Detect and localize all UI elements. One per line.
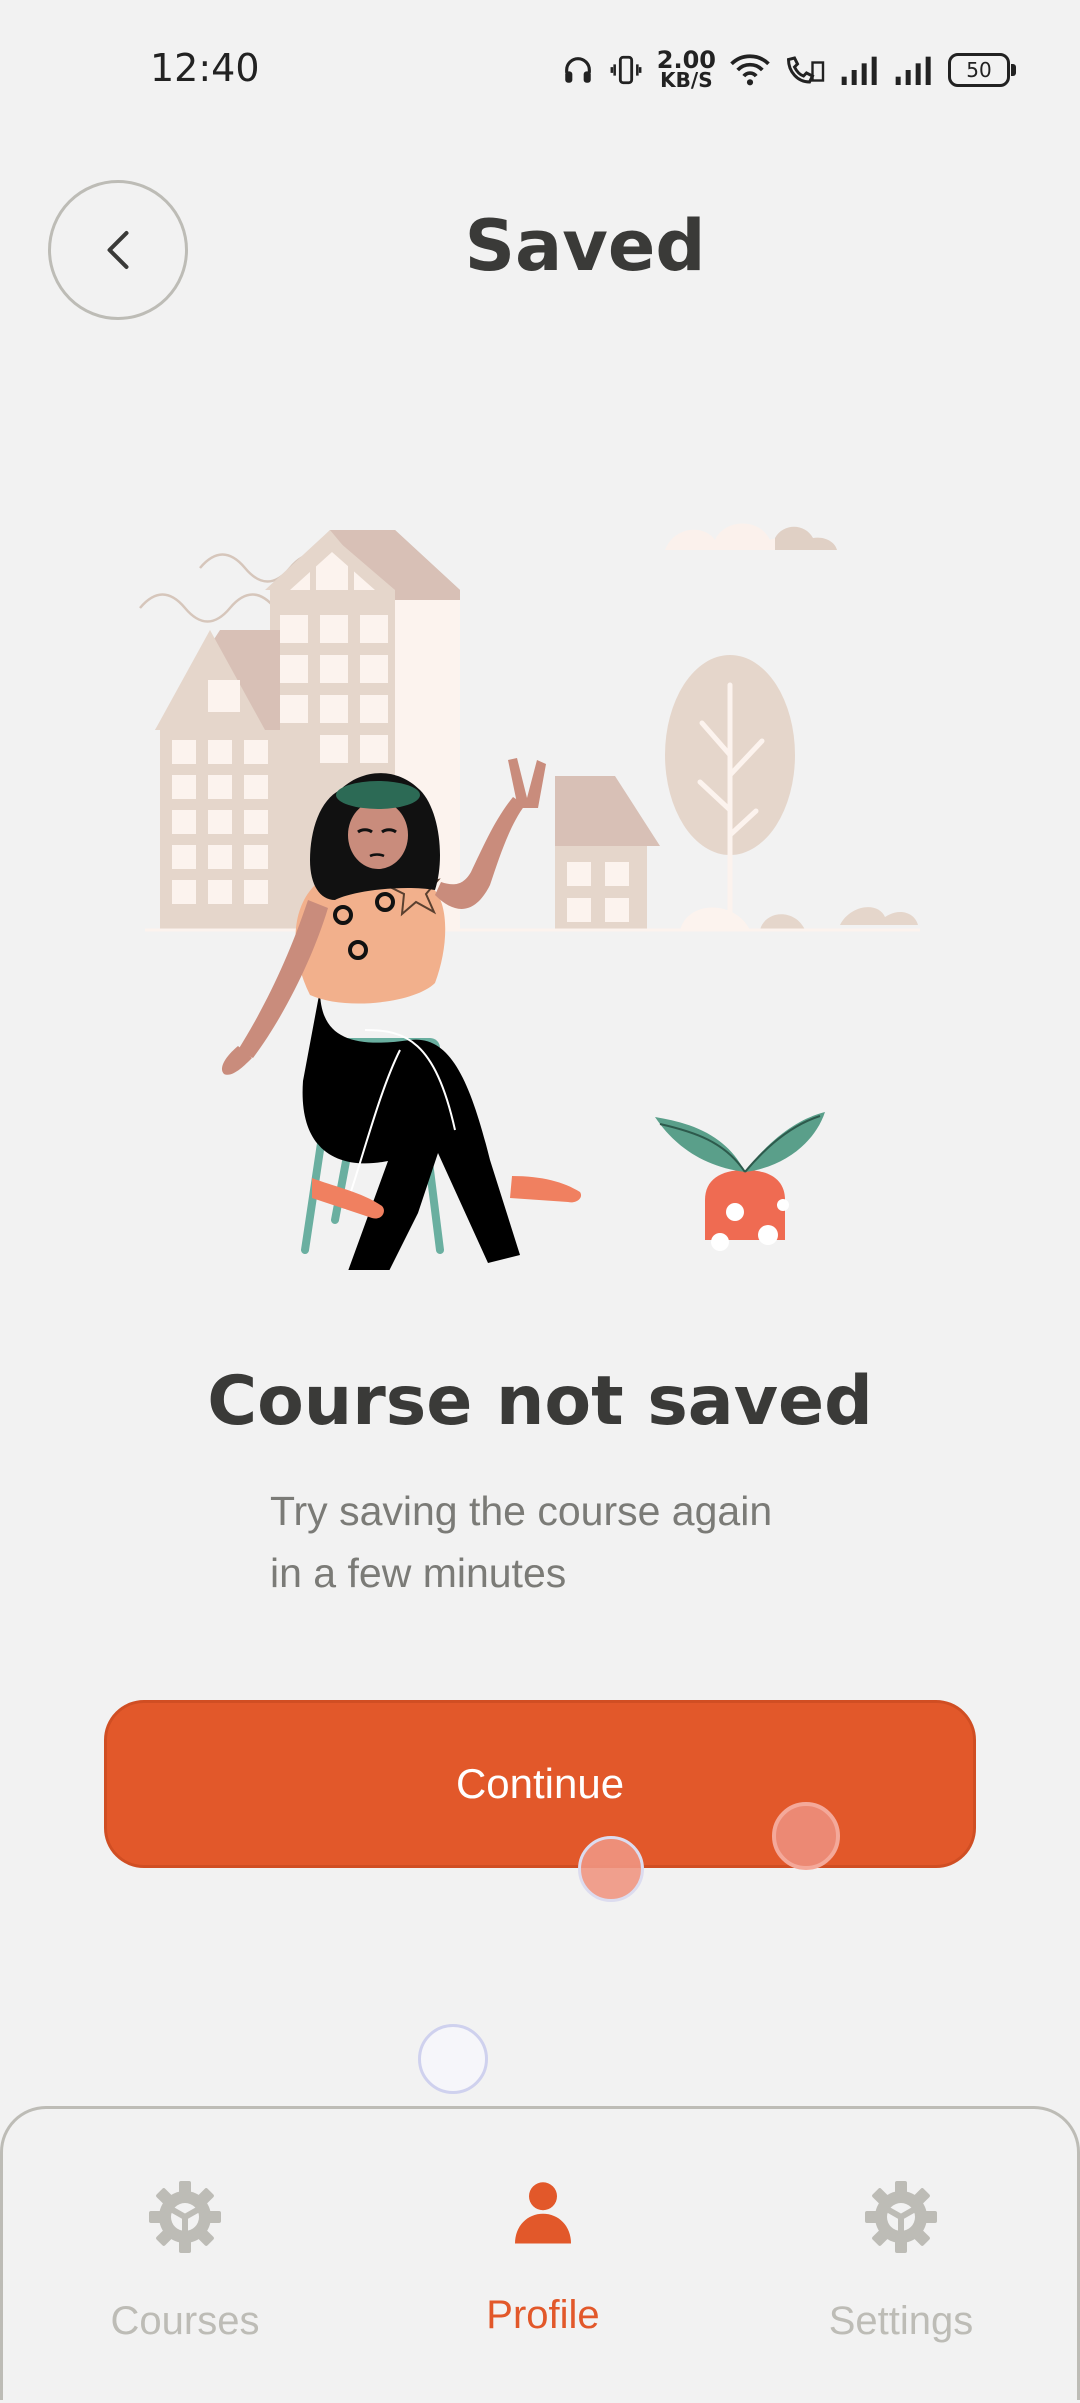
nav-item-profile[interactable]: Profile: [393, 2109, 693, 2403]
net-speed-unit: KB/S: [660, 68, 713, 92]
error-subtitle: Try saving the course again in a few min…: [270, 1480, 830, 1604]
net-speed-value: 2.00: [656, 46, 716, 74]
signal-icon-sim1: [840, 53, 880, 87]
vibrate-icon: [609, 53, 643, 87]
battery-icon: 50: [948, 53, 1016, 87]
signal-icon-sim2: [894, 53, 934, 87]
subtitle-line-2: in a few minutes: [270, 1550, 567, 1596]
network-speed: 2.00 KB/S: [656, 46, 716, 92]
nav-label-settings: Settings: [828, 2299, 974, 2343]
subtitle-line-1: Try saving the course again: [270, 1488, 773, 1534]
bottom-navigation: Courses Profile Settings: [0, 2106, 1080, 2400]
status-icons: 2.00 KB/S 50: [561, 46, 1016, 92]
touch-indicator: [578, 1836, 644, 1902]
person-icon: [393, 2177, 693, 2267]
nav-item-courses[interactable]: Courses: [35, 2109, 335, 2403]
wifi-calling-icon: [784, 53, 826, 87]
continue-button[interactable]: Continue: [104, 1700, 976, 1868]
nav-label-profile: Profile: [486, 2293, 600, 2337]
touch-indicator: [772, 1802, 840, 1870]
woman-sitting-illustration: [120, 490, 960, 1283]
touch-indicator: [418, 2024, 488, 2094]
wifi-icon: [730, 53, 770, 87]
error-headline: Course not saved: [207, 1362, 873, 1441]
headphones-icon: [561, 53, 595, 87]
page-title: Saved: [464, 205, 706, 287]
status-bar: 12:40 2.00 KB/S 50: [0, 0, 1080, 140]
nav-item-settings[interactable]: Settings: [751, 2109, 1051, 2403]
gear-icon: [35, 2177, 335, 2267]
status-time: 12:40: [150, 46, 260, 90]
nav-label-courses: Courses: [110, 2299, 260, 2343]
gear-icon: [751, 2177, 1051, 2267]
